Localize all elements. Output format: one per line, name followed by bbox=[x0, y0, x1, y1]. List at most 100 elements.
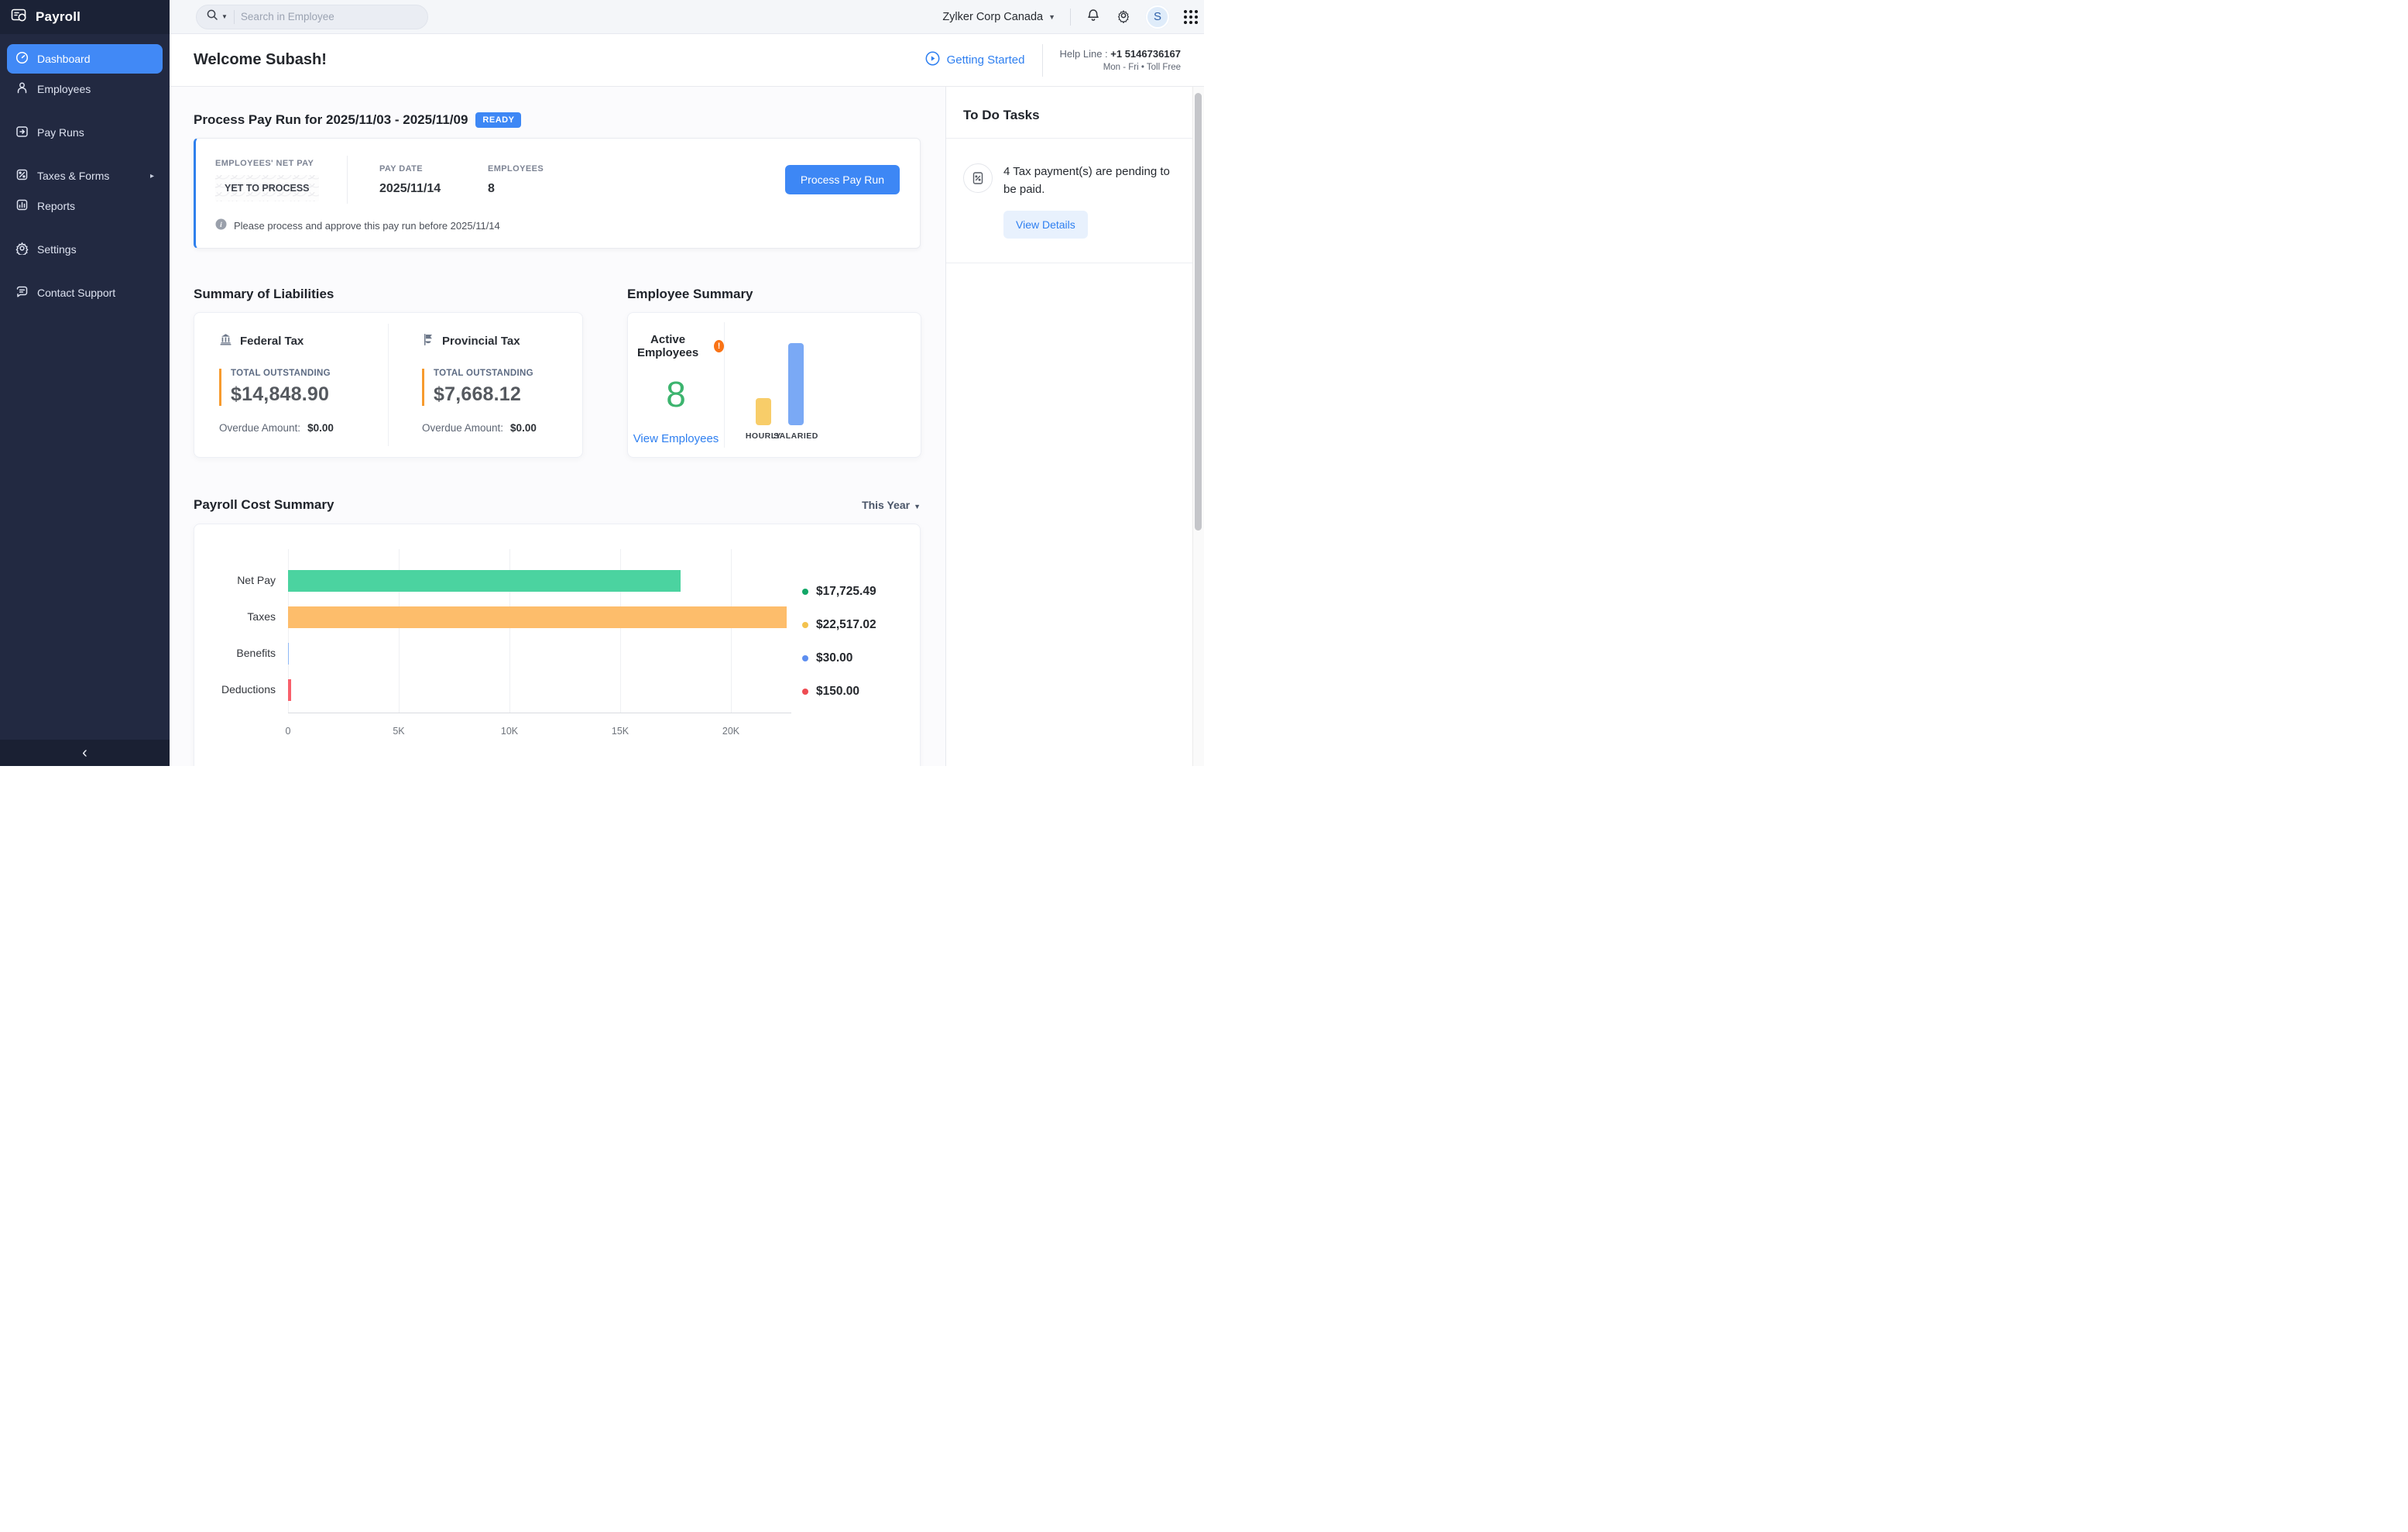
divider bbox=[1070, 9, 1071, 26]
taxes-forms-icon bbox=[15, 168, 29, 184]
stat-employees: EMPLOYEES 8 bbox=[488, 164, 544, 196]
overdue-label: Overdue Amount: bbox=[219, 422, 300, 434]
warning-icon[interactable]: ! bbox=[714, 340, 724, 352]
chevron-right-icon: ▸ bbox=[150, 172, 154, 180]
legend-entry: $150.00 bbox=[802, 685, 859, 699]
legend-entry: $22,517.02 bbox=[802, 618, 876, 632]
legend-dot-icon bbox=[802, 689, 808, 695]
search-icon[interactable] bbox=[206, 9, 218, 25]
todo-task-item: 4 Tax payment(s) are pending to be paid. bbox=[946, 139, 1192, 198]
bar-deductions bbox=[288, 679, 291, 701]
legend-entry: $17,725.49 bbox=[802, 585, 876, 599]
contact-support-icon bbox=[15, 285, 29, 301]
app-grid-icon bbox=[1184, 10, 1198, 24]
sidebar-item-taxes-forms[interactable]: Taxes & Forms ▸ bbox=[7, 161, 163, 191]
payrun-period: 2025/11/03 - 2025/11/09 bbox=[326, 112, 468, 127]
provincial-overdue-amount: $0.00 bbox=[510, 422, 537, 434]
topbar: ▼ Zylker Corp Canada ▼ S bbox=[170, 0, 1204, 34]
app-title: Payroll bbox=[36, 9, 81, 25]
sidebar: Payroll Dashboard Employees Pay Runs Tax… bbox=[0, 0, 170, 766]
sidebar-collapse-button[interactable]: ‹ bbox=[0, 740, 170, 766]
dashboard-icon bbox=[15, 51, 29, 67]
category-label: Deductions bbox=[194, 683, 276, 696]
help-line-hours: Mon - Fri • Toll Free bbox=[1060, 63, 1182, 72]
help-line: Help Line : +1 5146736167 Mon - Fri • To… bbox=[1060, 48, 1182, 72]
notifications-button[interactable] bbox=[1086, 8, 1101, 26]
gridline bbox=[731, 549, 732, 713]
global-search[interactable]: ▼ bbox=[196, 5, 428, 29]
process-pay-run-button[interactable]: Process Pay Run bbox=[785, 165, 900, 194]
search-scope-caret-icon[interactable]: ▼ bbox=[221, 13, 228, 20]
sidebar-item-pay-runs[interactable]: Pay Runs bbox=[7, 118, 163, 147]
page-title: Welcome Subash! bbox=[194, 51, 327, 69]
sidebar-item-contact-support[interactable]: Contact Support bbox=[7, 278, 163, 307]
view-employees-link[interactable]: View Employees bbox=[633, 432, 719, 445]
legend-value: $150.00 bbox=[816, 685, 859, 699]
employee-summary-card: Active Employees ! 8 View Employees HOUR… bbox=[627, 312, 921, 458]
chevron-left-icon: ‹ bbox=[82, 744, 87, 762]
play-circle-icon bbox=[925, 51, 940, 69]
payrun-note-text: Please process and approve this pay run … bbox=[234, 220, 500, 232]
scrollbar-track[interactable] bbox=[1192, 87, 1204, 766]
employees-count-value: 8 bbox=[488, 182, 544, 196]
dashboard-content: Process Pay Run for 2025/11/03 - 2025/11… bbox=[170, 87, 945, 766]
federal-tax-block: Federal Tax TOTAL OUTSTANDING $14,848.90… bbox=[194, 313, 388, 457]
company-name: Zylker Corp Canada bbox=[942, 11, 1043, 23]
payrun-section-title: Process Pay Run for 2025/11/03 - 2025/11… bbox=[194, 112, 468, 128]
help-line-number: +1 5146736167 bbox=[1110, 48, 1181, 60]
sidebar-item-reports[interactable]: Reports bbox=[7, 191, 163, 221]
legend-value: $30.00 bbox=[816, 651, 852, 665]
employee-type-chart: HOURLYSALARIED bbox=[725, 313, 921, 457]
user-avatar[interactable]: S bbox=[1146, 5, 1169, 29]
app-logo-row: Payroll bbox=[0, 0, 170, 34]
x-tick-label: 10K bbox=[501, 726, 518, 737]
settings-button[interactable] bbox=[1116, 8, 1131, 26]
todo-title: To Do Tasks bbox=[946, 87, 1192, 138]
app-root: Payroll Dashboard Employees Pay Runs Tax… bbox=[0, 0, 1204, 766]
legend-dot-icon bbox=[802, 589, 808, 595]
search-input[interactable] bbox=[241, 11, 418, 22]
getting-started-label: Getting Started bbox=[947, 53, 1025, 67]
bell-icon bbox=[1086, 8, 1101, 26]
gear-icon bbox=[1116, 8, 1131, 26]
help-line-label: Help Line : bbox=[1060, 48, 1111, 60]
outstanding-label: TOTAL OUTSTANDING bbox=[434, 369, 582, 378]
sidebar-item-employees[interactable]: Employees bbox=[7, 74, 163, 104]
sidebar-item-label: Reports bbox=[37, 200, 75, 212]
sidebar-item-label: Dashboard bbox=[37, 53, 91, 65]
bar-net-pay bbox=[288, 570, 681, 592]
pay-runs-icon bbox=[15, 125, 29, 140]
payroll-cost-chart: 05K10K15K20KNet Pay$17,725.49Taxes$22,51… bbox=[194, 524, 921, 766]
legend-value: $22,517.02 bbox=[816, 618, 876, 632]
liabilities-card: Federal Tax TOTAL OUTSTANDING $14,848.90… bbox=[194, 312, 583, 458]
date-range-selector[interactable]: This Year▼ bbox=[862, 499, 921, 511]
sidebar-item-label: Contact Support bbox=[37, 287, 115, 299]
employees-icon bbox=[15, 81, 29, 97]
liability-name: Provincial Tax bbox=[442, 335, 520, 348]
outstanding-label: TOTAL OUTSTANDING bbox=[231, 369, 388, 378]
category-label: SALARIED bbox=[774, 431, 818, 441]
svg-text:i: i bbox=[220, 222, 222, 229]
getting-started-link[interactable]: Getting Started bbox=[925, 51, 1025, 69]
main-area: ▼ Zylker Corp Canada ▼ S bbox=[170, 0, 1204, 766]
chart-plot-area bbox=[288, 549, 791, 713]
view-details-button[interactable]: View Details bbox=[1003, 211, 1088, 239]
federal-overdue-amount: $0.00 bbox=[307, 422, 334, 434]
avatar-initial: S bbox=[1154, 10, 1161, 23]
divider bbox=[1042, 44, 1043, 77]
bar-taxes bbox=[288, 606, 787, 628]
chevron-down-icon: ▼ bbox=[1048, 13, 1055, 21]
sidebar-item-settings[interactable]: Settings bbox=[7, 235, 163, 264]
bar-salaried bbox=[788, 343, 804, 425]
x-tick-label: 15K bbox=[612, 726, 629, 737]
liabilities-title: Summary of Liabilities bbox=[194, 287, 334, 302]
category-label: Taxes bbox=[194, 610, 276, 623]
info-icon: i bbox=[215, 218, 227, 232]
scrollbar-thumb[interactable] bbox=[1195, 93, 1202, 531]
bar-benefits bbox=[288, 643, 289, 665]
sidebar-item-dashboard[interactable]: Dashboard bbox=[7, 44, 163, 74]
app-launcher-button[interactable] bbox=[1184, 10, 1198, 24]
stat-label: PAY DATE bbox=[379, 164, 488, 173]
payrun-note: i Please process and approve this pay ru… bbox=[215, 218, 900, 232]
company-selector[interactable]: Zylker Corp Canada ▼ bbox=[942, 11, 1055, 23]
